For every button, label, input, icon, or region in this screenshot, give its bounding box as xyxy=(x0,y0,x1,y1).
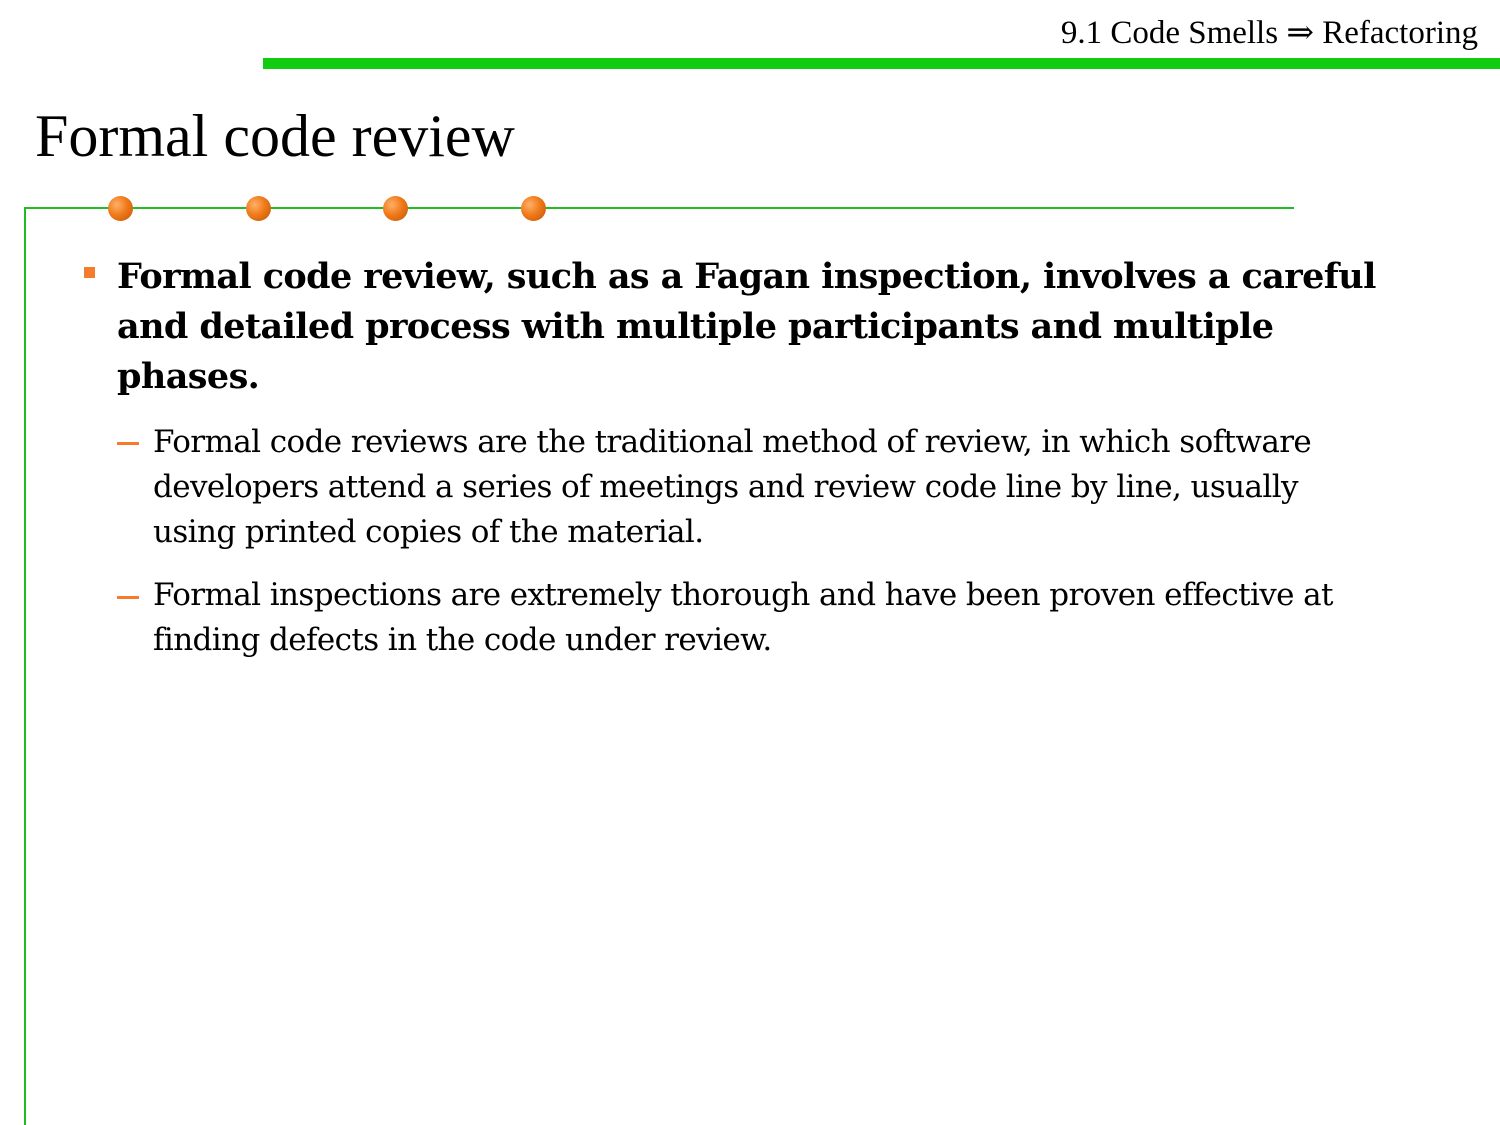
dash-bullet-icon xyxy=(117,596,139,599)
decorative-dot-4 xyxy=(521,196,546,221)
square-bullet-icon xyxy=(84,267,95,278)
bullet-item-1: Formal code review, such as a Fagan insp… xyxy=(117,256,1376,397)
sub-bullet-item-1: Formal code reviews are the traditional … xyxy=(153,424,1312,550)
decorative-dot-1 xyxy=(108,196,133,221)
dash-bullet-icon xyxy=(117,442,139,445)
frame-left-rule xyxy=(24,207,26,1125)
decorative-dot-2 xyxy=(246,196,271,221)
sub-bullet-item-2: Formal inspections are extremely thoroug… xyxy=(153,577,1334,658)
section-title: 9.1 Code Smells ⇒ Refactoring xyxy=(1060,15,1478,51)
slide-title: Formal code review xyxy=(35,103,515,169)
decorative-dot-3 xyxy=(383,196,408,221)
header-accent-bar xyxy=(263,58,1500,69)
frame-top-rule xyxy=(24,207,1294,209)
